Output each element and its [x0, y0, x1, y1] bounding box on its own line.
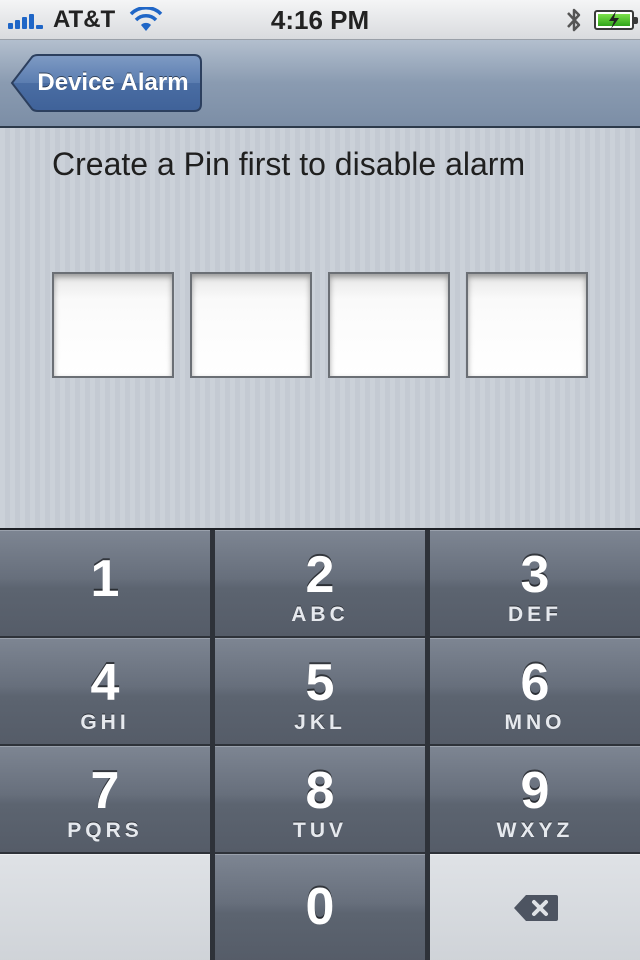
- key-letters: ABC: [291, 603, 349, 626]
- battery-icon: [594, 10, 638, 30]
- key-2[interactable]: 2 ABC: [215, 530, 425, 636]
- key-5[interactable]: 5 JKL: [215, 638, 425, 744]
- key-digit: 1: [90, 550, 120, 608]
- pin-digit-2[interactable]: [190, 272, 312, 378]
- pin-prompt: Create a Pin first to disable alarm: [52, 146, 526, 182]
- navigation-bar: Device Alarm: [0, 40, 640, 128]
- back-button[interactable]: Device Alarm: [10, 54, 202, 112]
- key-0[interactable]: 0: [215, 854, 425, 960]
- key-4[interactable]: 4 GHI: [0, 638, 210, 744]
- key-letters: DEF: [508, 603, 562, 626]
- key-letters: GHI: [80, 711, 130, 734]
- key-8[interactable]: 8 TUV: [215, 746, 425, 852]
- key-letters: MNO: [504, 711, 566, 734]
- backspace-icon: [514, 895, 558, 921]
- key-digit: 7: [90, 762, 120, 820]
- numeric-keypad: 1 2 ABC 3 DEF 4 GHI 5 JKL 6 MNO 7 PQRS 8…: [0, 528, 640, 960]
- status-time: 4:16 PM: [270, 5, 370, 35]
- pin-entry-area: Create a Pin first to disable alarm: [0, 128, 640, 528]
- key-digit: 3: [520, 546, 550, 604]
- key-letters: JKL: [294, 711, 346, 734]
- delete-key[interactable]: [430, 854, 640, 960]
- key-digit: 2: [305, 546, 335, 604]
- key-digit: 6: [520, 654, 550, 712]
- back-button-label: Device Alarm: [37, 69, 189, 96]
- key-7[interactable]: 7 PQRS: [0, 746, 210, 852]
- key-letters: WXYZ: [496, 819, 574, 842]
- key-blank: [0, 854, 210, 960]
- key-digit: 5: [305, 654, 335, 712]
- status-bar: AT&T 4:16 PM: [0, 0, 640, 40]
- key-6[interactable]: 6 MNO: [430, 638, 640, 744]
- key-digit: 0: [305, 878, 335, 936]
- bluetooth-icon: [567, 8, 581, 32]
- pin-digit-3[interactable]: [328, 272, 450, 378]
- charging-bolt-icon: [609, 11, 619, 29]
- key-1[interactable]: 1: [0, 530, 210, 636]
- key-digit: 8: [305, 762, 335, 820]
- key-9[interactable]: 9 WXYZ: [430, 746, 640, 852]
- pin-digit-1[interactable]: [52, 272, 174, 378]
- pin-digit-4[interactable]: [466, 272, 588, 378]
- key-digit: 4: [90, 654, 120, 712]
- key-letters: PQRS: [67, 819, 143, 842]
- pin-boxes: [52, 272, 588, 378]
- status-right: [564, 0, 638, 40]
- key-letters: TUV: [293, 819, 347, 842]
- key-3[interactable]: 3 DEF: [430, 530, 640, 636]
- key-digit: 9: [520, 762, 550, 820]
